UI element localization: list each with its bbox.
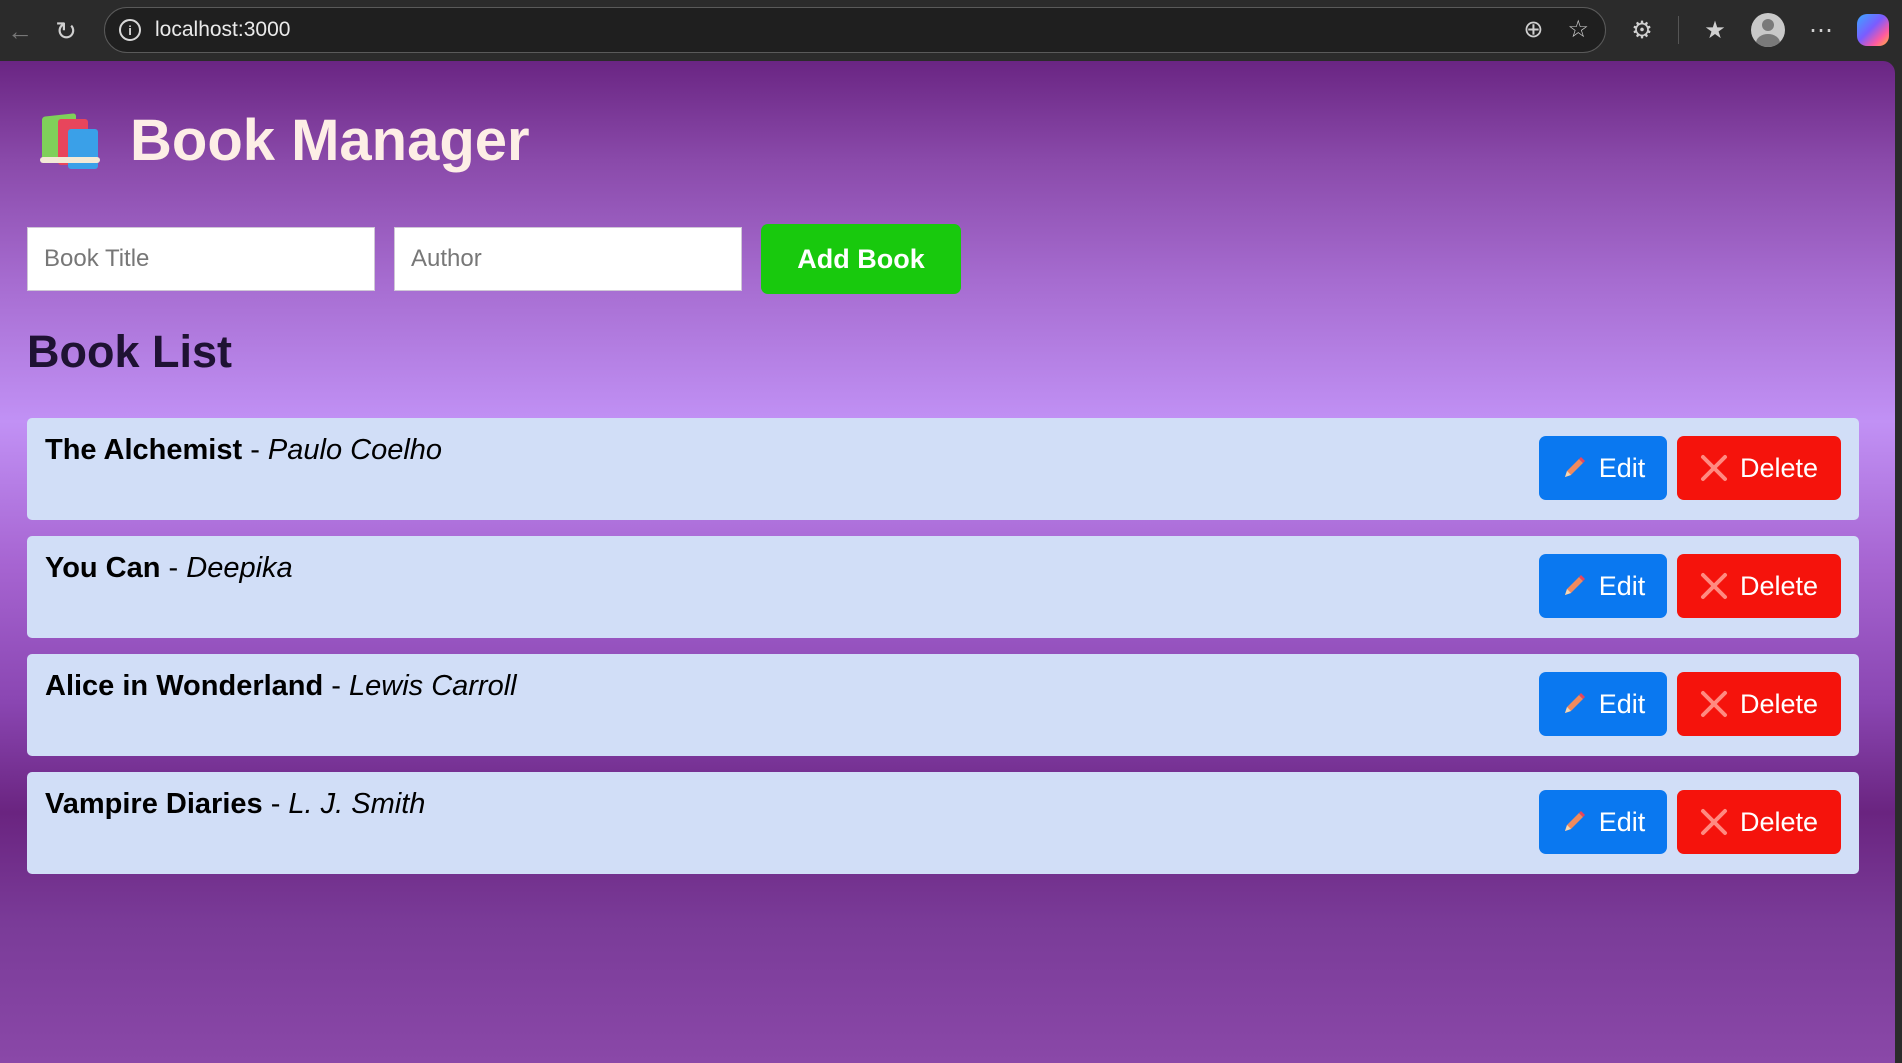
zoom-icon[interactable]: ⊕ [1523,15,1543,44]
back-arrow-icon[interactable]: ← [0,11,40,51]
separator: - [262,788,289,820]
edit-label: Edit [1598,806,1646,837]
delete-button[interactable]: Delete [1677,672,1841,736]
book-list-item: You Can - Deepika Edit Delete [27,536,1859,638]
book-entry-text: The Alchemist - Paulo Coelho [45,434,442,467]
pencil-icon [1564,575,1585,595]
book-author: Lewis Carroll [349,670,517,702]
more-menu-icon[interactable]: ⋯ [1801,10,1841,50]
page-title: Book Manager [130,108,530,173]
cross-mark-icon [1700,455,1727,481]
copilot-icon[interactable] [1857,14,1889,46]
delete-label: Delete [1739,570,1819,601]
edit-label: Edit [1598,570,1646,601]
books-icon [36,111,102,171]
edit-label: Edit [1598,688,1646,719]
delete-label: Delete [1739,806,1819,837]
page-viewport: Book Manager Add Book Book List The Alch… [0,61,1895,1063]
toolbar-divider [1678,16,1679,44]
scrollbar[interactable] [1895,61,1902,1063]
separator: - [323,670,349,702]
cross-mark-icon [1700,573,1727,599]
book-list-item: The Alchemist - Paulo Coelho Edit Delete [27,418,1859,520]
delete-label: Delete [1739,688,1819,719]
edit-button[interactable]: Edit [1539,436,1667,500]
pencil-icon [1564,811,1585,831]
pencil-icon [1564,693,1585,713]
delete-button[interactable]: Delete [1677,436,1841,500]
app-header: Book Manager [36,107,530,174]
address-bar[interactable]: i localhost:3000 ⊕ ☆ [104,7,1606,53]
book-list-item: Vampire Diaries - L. J. Smith Edit Delet… [27,772,1859,874]
book-entry-text: You Can - Deepika [45,552,293,585]
book-author: Deepika [186,552,293,584]
book-list-heading: Book List [27,326,233,377]
reload-icon[interactable]: ↻ [46,11,86,51]
edit-button[interactable]: Edit [1539,554,1667,618]
favorite-star-icon[interactable]: ☆ [1567,15,1589,44]
book-list: The Alchemist - Paulo Coelho Edit Delete… [27,418,1859,890]
favorites-list-icon[interactable]: ★ [1695,10,1735,50]
author-input[interactable] [394,227,742,291]
delete-button[interactable]: Delete [1677,790,1841,854]
profile-avatar-icon[interactable] [1751,13,1785,47]
separator: - [160,552,187,584]
book-title: The Alchemist [45,434,243,466]
book-entry-text: Alice in Wonderland - Lewis Carroll [45,670,517,703]
book-list-item: Alice in Wonderland - Lewis Carroll Edit [27,654,1859,756]
edit-button[interactable]: Edit [1539,790,1667,854]
book-author: L. J. Smith [288,788,426,820]
cross-mark-icon [1700,691,1727,717]
book-title: You Can [45,552,161,584]
book-entry-text: Vampire Diaries - L. J. Smith [45,788,425,821]
book-title-input[interactable] [27,227,375,291]
book-title: Alice in Wonderland [45,670,324,702]
edit-button[interactable]: Edit [1539,672,1667,736]
extensions-icon[interactable]: ⚙ [1622,10,1662,50]
book-title: Vampire Diaries [45,788,263,820]
edit-label: Edit [1598,452,1646,483]
cross-mark-icon [1700,809,1727,835]
site-info-icon[interactable]: i [119,19,141,41]
add-book-button[interactable]: Add Book [761,224,961,294]
delete-button[interactable]: Delete [1677,554,1841,618]
delete-label: Delete [1739,452,1819,483]
book-author: Paulo Coelho [267,434,443,466]
add-book-form: Add Book [27,224,961,294]
pencil-icon [1564,457,1585,477]
browser-toolbar: ← ↻ i localhost:3000 ⊕ ☆ ⚙ ★ ⋯ [0,0,1902,61]
url-text[interactable]: localhost:3000 [155,18,290,42]
separator: - [242,434,268,466]
